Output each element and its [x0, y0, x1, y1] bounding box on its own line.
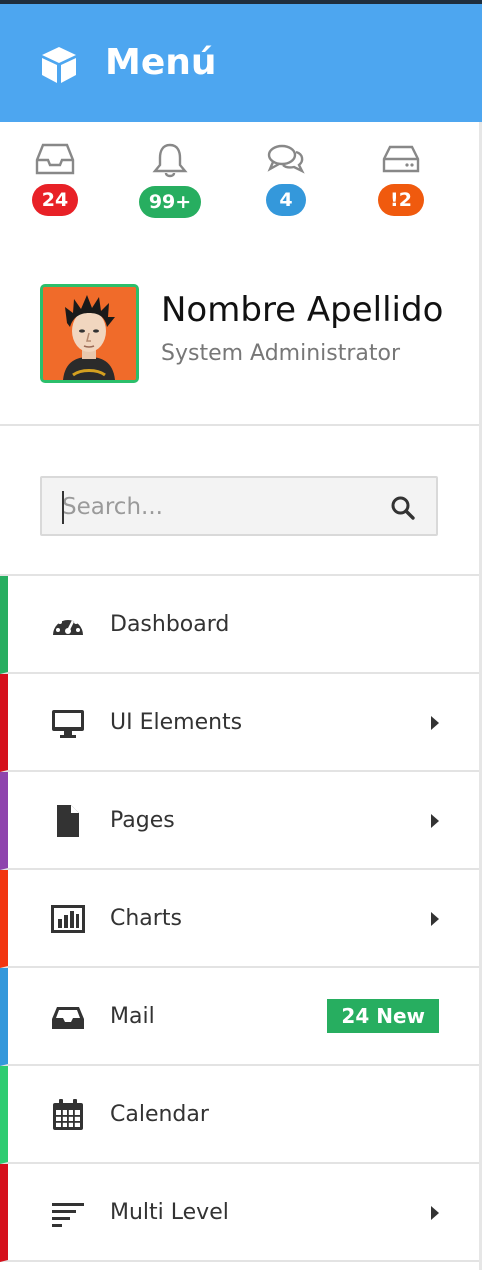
- user-name: Nombre Apellido: [161, 290, 444, 330]
- inbox-icon: [35, 143, 75, 175]
- inbox-icon: [52, 1007, 84, 1029]
- menu-item-label: Charts: [110, 906, 182, 931]
- notification-badge: 24: [31, 184, 79, 216]
- menu-item-label: Calendar: [110, 1102, 209, 1127]
- dashboard-icon: [53, 616, 83, 635]
- notification-bar: 24 99+ 4 !2: [0, 122, 479, 232]
- notification-badge: 99+: [138, 186, 202, 218]
- bar-chart-icon: [51, 905, 85, 933]
- chevron-right-icon: [431, 716, 439, 730]
- sidebar-menu: Dashboard UI Elements Pages Charts Mail …: [0, 576, 479, 1262]
- menu-item-label: UI Elements: [110, 710, 243, 735]
- avatar[interactable]: [40, 284, 139, 383]
- sidebar-header: Menú: [0, 0, 482, 122]
- file-icon: [57, 805, 79, 837]
- sidebar-title: Menú: [105, 42, 217, 83]
- align-left-icon: [52, 1203, 84, 1227]
- desktop-icon: [52, 710, 84, 738]
- comments-icon: [267, 144, 305, 174]
- menu-item-label: Dashboard: [110, 612, 230, 637]
- search-icon[interactable]: [390, 495, 416, 521]
- chevron-right-icon: [431, 814, 439, 828]
- user-profile: Nombre Apellido System Administrator: [0, 232, 479, 426]
- menu-item-multi-level[interactable]: Multi Level: [0, 1164, 479, 1262]
- search-input[interactable]: [62, 488, 382, 526]
- chevron-right-icon: [431, 912, 439, 926]
- text-cursor: [62, 491, 64, 524]
- user-role: System Administrator: [161, 341, 401, 366]
- notification-server[interactable]: !2: [361, 142, 441, 216]
- menu-item-charts[interactable]: Charts: [0, 870, 479, 968]
- cube-icon: [42, 47, 76, 83]
- menu-item-pages[interactable]: Pages: [0, 772, 479, 870]
- menu-item-mail[interactable]: Mail 24 New: [0, 968, 479, 1066]
- menu-item-label: Mail: [110, 1004, 155, 1029]
- calendar-icon: [53, 1099, 83, 1130]
- notification-alerts[interactable]: 99+: [130, 142, 210, 218]
- notification-inbox[interactable]: 24: [15, 142, 95, 216]
- server-icon: [382, 145, 420, 173]
- bell-icon: [152, 143, 188, 178]
- notification-messages[interactable]: 4: [246, 142, 326, 216]
- menu-item-calendar[interactable]: Calendar: [0, 1066, 479, 1164]
- notification-badge: !2: [378, 184, 424, 216]
- search-box: [40, 476, 438, 536]
- menu-item-label: Pages: [110, 808, 175, 833]
- menu-item-ui-elements[interactable]: UI Elements: [0, 674, 479, 772]
- new-mail-badge: 24 New: [327, 999, 439, 1033]
- chevron-right-icon: [431, 1206, 439, 1220]
- menu-item-dashboard[interactable]: Dashboard: [0, 576, 479, 674]
- search-section: [0, 426, 479, 576]
- notification-badge: 4: [266, 184, 306, 216]
- menu-item-label: Multi Level: [110, 1200, 229, 1225]
